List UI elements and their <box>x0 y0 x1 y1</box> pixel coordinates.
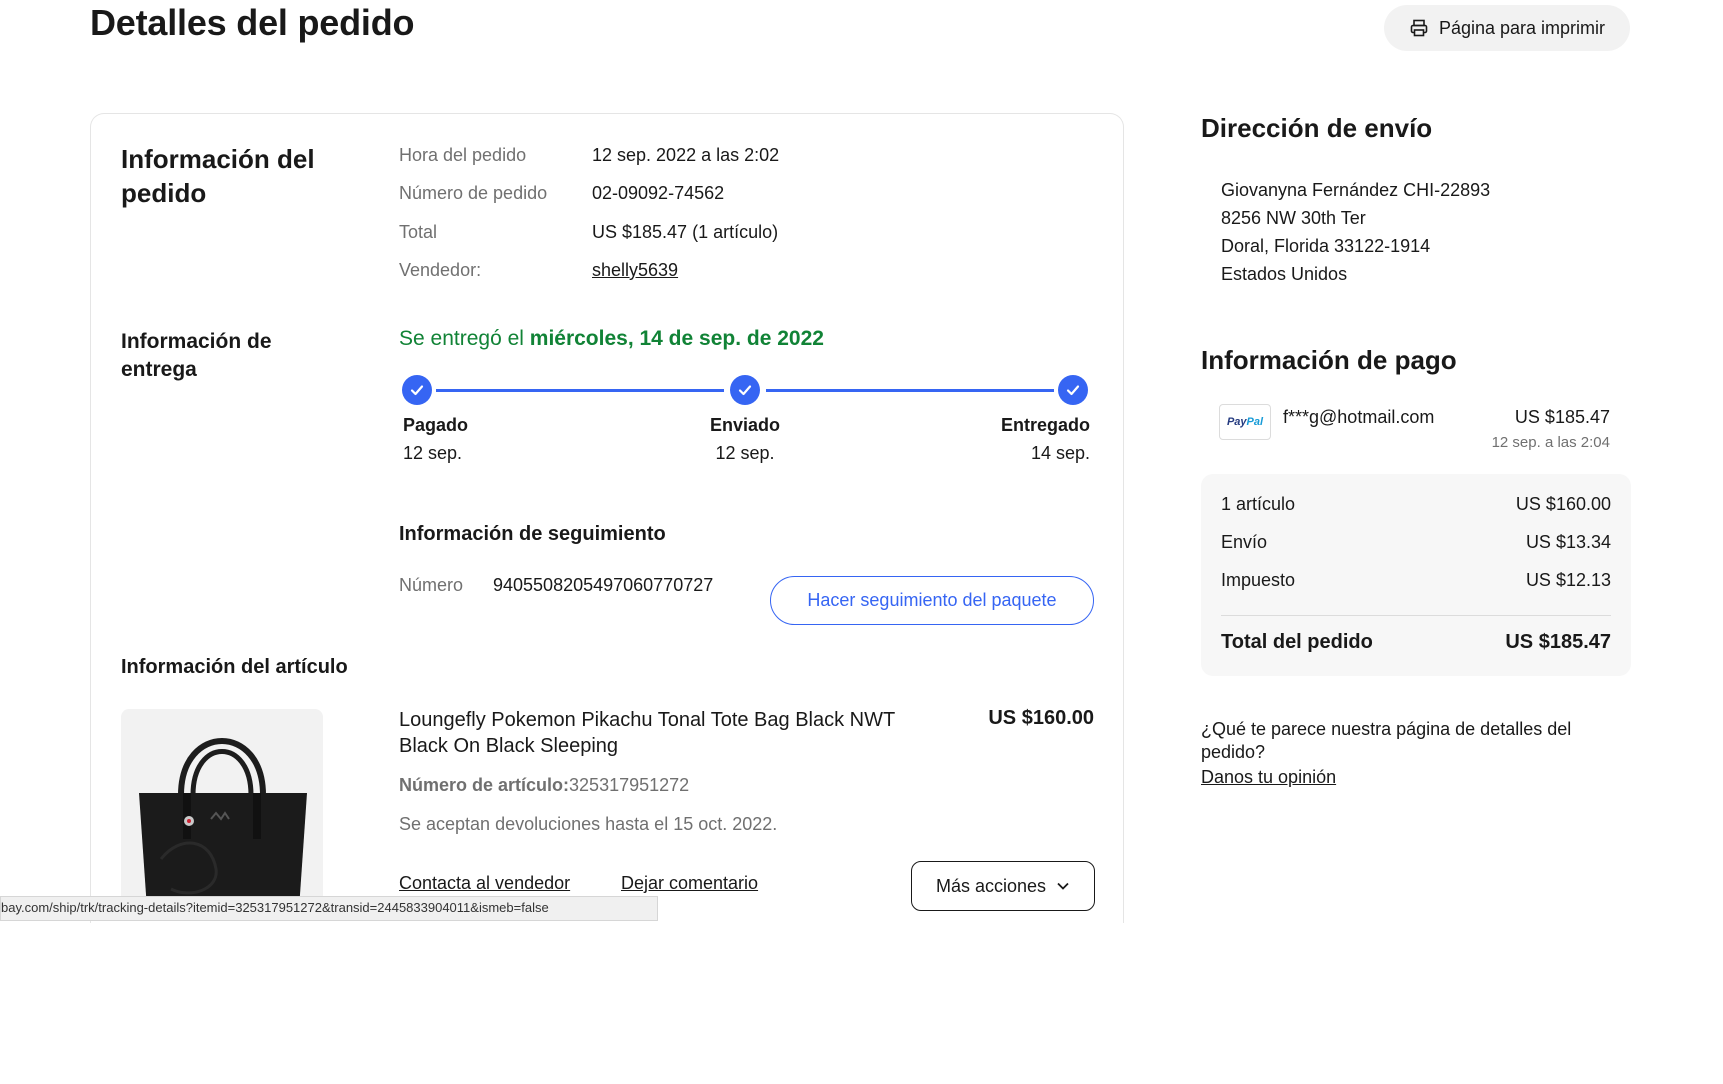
printer-icon <box>1409 18 1429 38</box>
summary-row-items: 1 artículo US $160.00 <box>1221 494 1611 515</box>
item-number-value: 325317951272 <box>569 775 690 795</box>
order-time-value: 12 sep. 2022 a las 2:02 <box>592 145 780 165</box>
delivery-progress <box>402 375 1092 415</box>
delivery-status-date: miércoles, 14 de sep. de 2022 <box>529 327 824 350</box>
summary-row-total: Total del pedido US $185.47 <box>1221 631 1611 654</box>
browser-status-bar-url: bay.com/ship/trk/tracking-details?itemid… <box>0 896 658 921</box>
check-icon <box>402 375 432 405</box>
summary-divider <box>1221 615 1611 616</box>
item-number-label: Número de artículo: <box>399 775 570 795</box>
step-shipped-date: 12 sep. <box>715 443 775 463</box>
more-actions-button[interactable]: Más acciones <box>911 861 1095 911</box>
order-time-label: Hora del pedido <box>399 145 527 165</box>
address-line: Giovanyna Fernández CHI-22893 <box>1221 180 1491 200</box>
order-total-label: Total <box>399 222 438 242</box>
summary-value: US $12.13 <box>1525 570 1611 590</box>
progress-line <box>436 389 724 392</box>
check-icon <box>730 375 760 405</box>
page-title: Detalles del pedido <box>90 2 415 43</box>
tracking-info-title: Información de seguimiento <box>399 523 666 545</box>
summary-label: Impuesto <box>1221 570 1296 590</box>
feedback-question: ¿Qué te parece nuestra página de detalle… <box>1201 719 1572 762</box>
leave-feedback-link[interactable]: Dejar comentario <box>621 873 758 894</box>
step-paid-label: Pagado <box>403 415 469 435</box>
print-page-label: Página para imprimir <box>1438 17 1606 38</box>
order-total-value: US $185.47 <box>1505 631 1611 653</box>
shipping-address: Giovanyna Fernández CHI-22893 8256 NW 30… <box>1221 176 1490 288</box>
order-summary: 1 artículo US $160.00 Envío US $13.34 Im… <box>1201 474 1631 676</box>
give-feedback-link[interactable]: Danos tu opinión <box>1201 767 1336 788</box>
address-line: 8256 NW 30th Ter <box>1221 208 1366 228</box>
item-info-title: Información del artículo <box>121 656 348 678</box>
step-delivered-date: 14 sep. <box>1030 443 1090 463</box>
order-number-value: 02-09092-74562 <box>592 183 725 203</box>
payment-info-title: Información de pago <box>1201 345 1457 375</box>
address-line: Estados Unidos <box>1221 264 1348 284</box>
item-number: Número de artículo:325317951272 <box>399 775 689 796</box>
print-page-button[interactable]: Página para imprimir <box>1384 5 1630 51</box>
check-icon <box>1058 375 1088 405</box>
chevron-down-icon <box>1056 881 1070 891</box>
item-image[interactable] <box>121 709 323 909</box>
tracking-number-value: 9405508205497060770727 <box>493 575 714 595</box>
seller-label: Vendedor: <box>399 260 482 280</box>
contact-seller-link[interactable]: Contacta al vendedor <box>399 873 570 894</box>
payment-email: f***g@hotmail.com <box>1283 407 1435 427</box>
order-total-label: Total del pedido <box>1221 631 1373 653</box>
summary-label: Envío <box>1221 532 1268 552</box>
summary-row-tax: Impuesto US $12.13 <box>1221 570 1611 591</box>
return-policy-text: Se aceptan devoluciones hasta el 15 oct.… <box>399 814 778 834</box>
item-title-link[interactable]: Loungefly Pokemon Pikachu Tonal Tote Bag… <box>399 707 939 759</box>
delivery-status: Se entregó el miércoles, 14 de sep. de 2… <box>399 327 824 351</box>
order-info-title: Información del pedido <box>121 144 315 208</box>
seller-link[interactable]: shelly5639 <box>592 260 678 281</box>
address-line: Doral, Florida 33122-1914 <box>1221 236 1431 256</box>
step-paid-date: 12 sep. <box>403 443 463 463</box>
track-package-button[interactable]: Hacer seguimiento del paquete <box>770 576 1094 625</box>
summary-label: 1 artículo <box>1221 494 1296 514</box>
paypal-logo: Pay Pal <box>1219 404 1271 440</box>
order-total-value: US $185.47 (1 artículo) <box>592 222 779 242</box>
payment-amount: US $185.47 <box>1514 407 1610 427</box>
delivery-info-title: Información de entrega <box>121 330 272 381</box>
item-price: US $160.00 <box>988 707 1094 729</box>
summary-row-shipping: Envío US $13.34 <box>1221 532 1611 553</box>
delivery-status-prefix: Se entregó el <box>399 327 530 350</box>
summary-value: US $160.00 <box>1515 494 1611 514</box>
step-delivered-label: Entregado <box>1000 415 1090 435</box>
summary-value: US $13.34 <box>1525 532 1611 552</box>
payment-date: 12 sep. a las 2:04 <box>1491 434 1610 451</box>
progress-line <box>766 389 1054 392</box>
order-number-label: Número de pedido <box>399 183 548 203</box>
shipping-address-title: Dirección de envío <box>1201 113 1433 143</box>
more-actions-label: Más acciones <box>935 875 1047 896</box>
tracking-number-label: Número <box>399 575 464 595</box>
step-shipped-label: Enviado <box>709 415 780 435</box>
